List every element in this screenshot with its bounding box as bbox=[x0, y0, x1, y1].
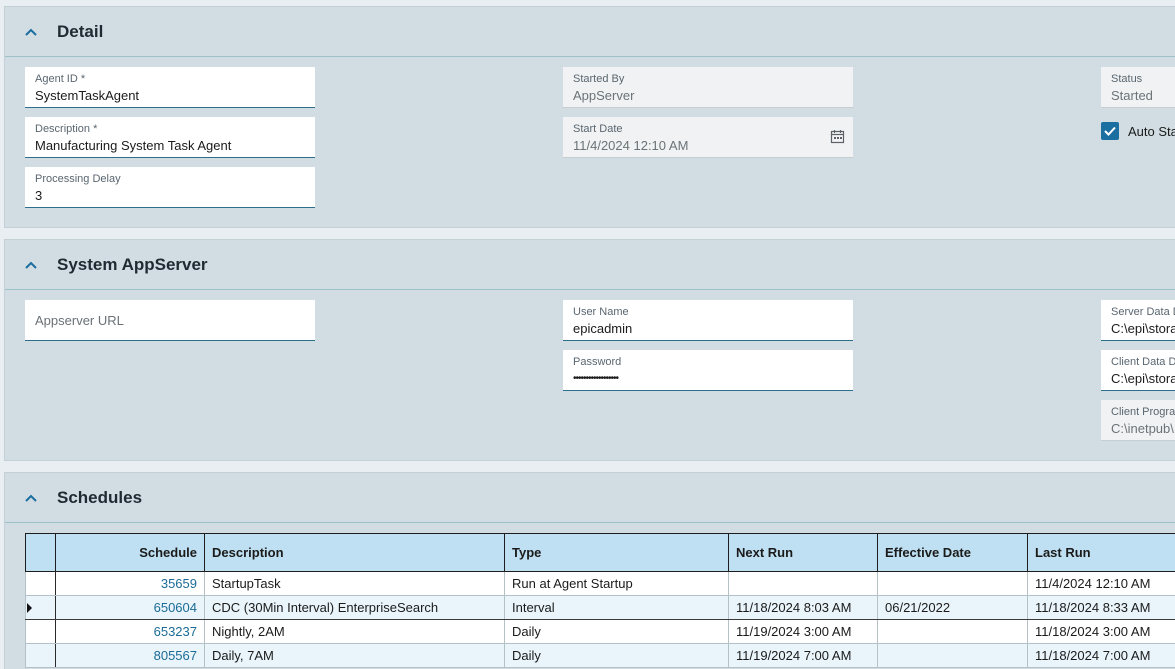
table-row[interactable]: 805567 Daily, 7AM Daily 11/19/2024 7:00 … bbox=[25, 643, 1175, 668]
table-row[interactable]: 650604 CDC (30Min Interval) EnterpriseSe… bbox=[25, 595, 1175, 620]
agent-id-label: Agent ID * bbox=[35, 73, 86, 85]
last-run-cell[interactable]: 11/18/2024 3:00 AM bbox=[1027, 619, 1175, 644]
client-program-directory-field: Client Progra C:\inetpub\ bbox=[1101, 400, 1175, 441]
type-cell[interactable]: Daily bbox=[504, 643, 729, 668]
server-data-directory-label: Server Data D bbox=[1111, 306, 1175, 318]
user-name-value: epicadmin bbox=[573, 321, 633, 336]
started-by-label: Started By bbox=[573, 73, 625, 85]
user-name-label: User Name bbox=[573, 306, 629, 318]
appserver-panel-header: System AppServer bbox=[5, 240, 1175, 290]
appserver-url-field[interactable]: Appserver URL bbox=[25, 300, 315, 341]
effective-date-cell[interactable] bbox=[877, 619, 1028, 644]
schedules-title: Schedules bbox=[57, 487, 143, 507]
password-label: Password bbox=[573, 356, 622, 368]
description-cell[interactable]: StartupTask bbox=[204, 571, 505, 596]
agent-id-field[interactable]: Agent ID * SystemTaskAgent bbox=[25, 67, 315, 108]
schedule-cell[interactable]: 653237 bbox=[55, 619, 205, 644]
table-row[interactable]: 35659 StartupTask Run at Agent Startup 1… bbox=[25, 571, 1175, 596]
type-cell[interactable]: Daily bbox=[504, 619, 729, 644]
detail-title: Detail bbox=[57, 21, 104, 41]
processing-delay-value: 3 bbox=[35, 188, 43, 203]
status-value: Started bbox=[1111, 88, 1153, 103]
last-run-cell[interactable]: 11/4/2024 12:10 AM bbox=[1027, 571, 1175, 596]
next-run-cell[interactable]: 11/18/2024 8:03 AM bbox=[728, 595, 878, 620]
description-field[interactable]: Description * Manufacturing System Task … bbox=[25, 117, 315, 158]
row-indicator[interactable] bbox=[25, 571, 56, 596]
type-cell[interactable]: Interval bbox=[504, 595, 729, 620]
client-data-directory-label: Client Data D bbox=[1111, 356, 1175, 368]
agent-id-value: SystemTaskAgent bbox=[35, 88, 140, 103]
processing-delay-label: Processing Delay bbox=[35, 173, 121, 185]
detail-panel-header: Detail bbox=[5, 7, 1175, 57]
password-value: •••••••••••••••••• bbox=[573, 373, 619, 384]
column-header-last-run[interactable]: Last Run bbox=[1027, 533, 1175, 572]
appserver-url-placeholder: Appserver URL bbox=[35, 312, 124, 328]
chevron-up-icon[interactable] bbox=[5, 27, 57, 37]
column-header-description[interactable]: Description bbox=[204, 533, 505, 572]
checkmark-icon[interactable] bbox=[1101, 122, 1119, 140]
start-date-label: Start Date bbox=[573, 123, 623, 135]
row-indicator[interactable] bbox=[25, 643, 56, 668]
effective-date-cell[interactable]: 06/21/2022 bbox=[877, 595, 1028, 620]
schedule-cell[interactable]: 805567 bbox=[55, 643, 205, 668]
start-date-value: 11/4/2024 12:10 AM bbox=[573, 138, 689, 153]
row-pointer-icon bbox=[27, 602, 32, 613]
client-program-directory-label: Client Progra bbox=[1111, 406, 1175, 418]
last-run-cell[interactable]: 11/18/2024 8:33 AM bbox=[1027, 595, 1175, 620]
description-value: Manufacturing System Task Agent bbox=[35, 138, 232, 153]
appserver-title: System AppServer bbox=[57, 254, 208, 274]
next-run-cell[interactable]: 11/19/2024 7:00 AM bbox=[728, 643, 878, 668]
next-run-cell[interactable]: 11/19/2024 3:00 AM bbox=[728, 619, 878, 644]
status-field: Status Started bbox=[1101, 67, 1175, 108]
column-header-next-run[interactable]: Next Run bbox=[728, 533, 878, 572]
effective-date-cell[interactable] bbox=[877, 643, 1028, 668]
grid-header-row: Schedule Description Type Next Run Effec… bbox=[25, 533, 1175, 572]
row-indicator[interactable] bbox=[25, 619, 56, 644]
chevron-up-icon[interactable] bbox=[5, 260, 57, 270]
started-by-field: Started By AppServer bbox=[563, 67, 853, 108]
status-label: Status bbox=[1111, 73, 1143, 85]
client-data-directory-value: C:\epi\stora bbox=[1111, 371, 1175, 386]
client-data-directory-field[interactable]: Client Data D C:\epi\stora bbox=[1101, 350, 1175, 391]
column-header-type[interactable]: Type bbox=[504, 533, 729, 572]
description-cell[interactable]: Nightly, 2AM bbox=[204, 619, 505, 644]
server-data-directory-field[interactable]: Server Data D C:\epi\stora bbox=[1101, 300, 1175, 341]
started-by-value: AppServer bbox=[573, 88, 635, 103]
row-indicator-header bbox=[25, 533, 56, 572]
row-indicator[interactable] bbox=[25, 595, 56, 620]
description-cell[interactable]: CDC (30Min Interval) EnterpriseSearch bbox=[204, 595, 505, 620]
type-cell[interactable]: Run at Agent Startup bbox=[504, 571, 729, 596]
processing-delay-field[interactable]: Processing Delay 3 bbox=[25, 167, 315, 208]
password-field[interactable]: Password •••••••••••••••••• bbox=[563, 350, 853, 391]
table-row[interactable]: 653237 Nightly, 2AM Daily 11/19/2024 3:0… bbox=[25, 619, 1175, 644]
schedule-cell[interactable]: 35659 bbox=[55, 571, 205, 596]
schedules-grid: Schedule Description Type Next Run Effec… bbox=[25, 533, 1175, 668]
column-header-schedule[interactable]: Schedule bbox=[55, 533, 205, 572]
auto-start-label: Auto Sta bbox=[1128, 123, 1175, 139]
column-header-effective-date[interactable]: Effective Date bbox=[877, 533, 1028, 572]
chevron-up-icon[interactable] bbox=[5, 493, 57, 503]
client-program-directory-value: C:\inetpub\ bbox=[1111, 421, 1174, 436]
calendar-icon[interactable] bbox=[830, 129, 845, 144]
start-date-field: Start Date 11/4/2024 12:10 AM bbox=[563, 117, 853, 158]
server-data-directory-value: C:\epi\stora bbox=[1111, 321, 1175, 336]
auto-start-checkbox[interactable]: Auto Sta bbox=[1101, 122, 1175, 140]
effective-date-cell[interactable] bbox=[877, 571, 1028, 596]
user-name-field[interactable]: User Name epicadmin bbox=[563, 300, 853, 341]
last-run-cell[interactable]: 11/18/2024 7:00 AM bbox=[1027, 643, 1175, 668]
description-cell[interactable]: Daily, 7AM bbox=[204, 643, 505, 668]
description-label: Description * bbox=[35, 123, 98, 135]
schedule-cell[interactable]: 650604 bbox=[55, 595, 205, 620]
next-run-cell[interactable] bbox=[728, 571, 878, 596]
schedules-panel-header: Schedules bbox=[5, 473, 1175, 523]
